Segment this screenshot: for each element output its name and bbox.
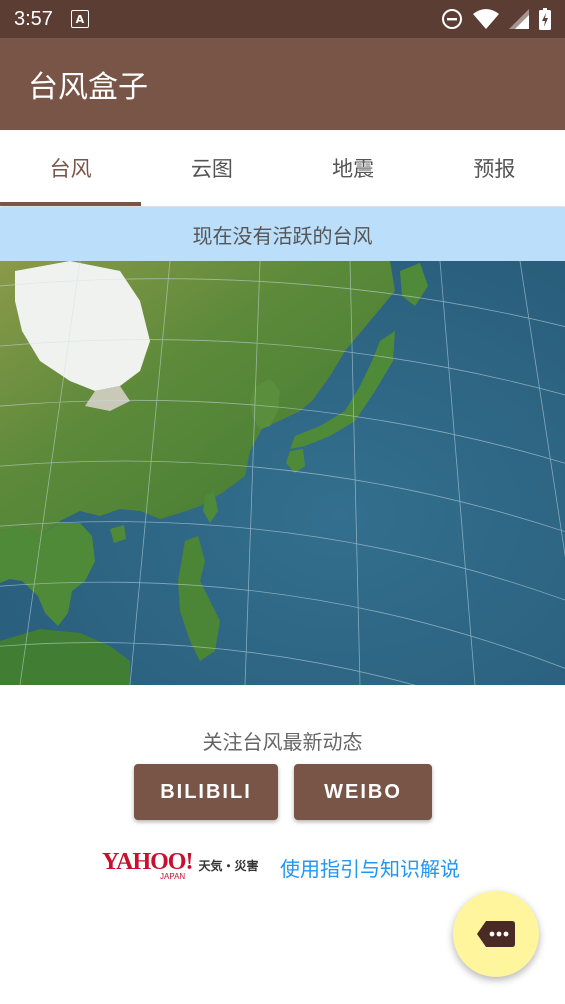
yahoo-logo-text: YAHOO!	[102, 849, 193, 875]
cell-signal-icon	[509, 9, 529, 29]
status-time: 3:57	[14, 7, 53, 30]
yahoo-tenki-text: 天気・災害	[198, 859, 259, 873]
typhoon-map[interactable]	[0, 261, 565, 685]
tab-bar: 台风 云图 地震 预报	[0, 130, 565, 206]
guide-link[interactable]: 使用指引与知识解说	[280, 853, 460, 882]
chat-fab[interactable]	[453, 891, 539, 977]
banner-text: 现在没有活跃的台风	[192, 223, 373, 248]
yahoo-japan-logo[interactable]: YAHOO! JAPAN 天気・災害	[102, 849, 259, 881]
app-title: 台风盒子	[28, 70, 148, 105]
do-not-disturb-icon	[442, 9, 462, 29]
tab-cloud-map[interactable]: 云图	[141, 130, 282, 206]
status-bar: 3:57 A	[0, 0, 565, 38]
bilibili-button[interactable]: BILIBILI	[134, 764, 278, 820]
tab-forecast[interactable]: 预报	[424, 130, 565, 206]
tab-earthquake[interactable]: 地震	[283, 130, 424, 206]
weibo-button[interactable]: WEIBO	[294, 764, 432, 820]
tab-label: 台风	[49, 157, 92, 181]
map-image	[0, 261, 565, 685]
no-active-typhoon-banner: 现在没有活跃的台风	[0, 207, 565, 261]
wifi-icon	[473, 9, 499, 29]
tab-label: 云图	[190, 157, 233, 181]
follow-text: 关注台风最新动态	[202, 730, 363, 754]
chat-bubble-more-icon	[477, 921, 515, 947]
battery-icon	[539, 8, 551, 30]
tab-typhoon[interactable]: 台风	[0, 130, 142, 206]
tab-label: 地震	[332, 157, 375, 181]
status-icons	[441, 8, 551, 30]
notification-a-icon: A	[70, 10, 89, 28]
app-bar: 台风盒子	[0, 38, 565, 130]
yahoo-sub-text: JAPAN	[160, 872, 186, 881]
tab-label: 预报	[473, 157, 516, 181]
